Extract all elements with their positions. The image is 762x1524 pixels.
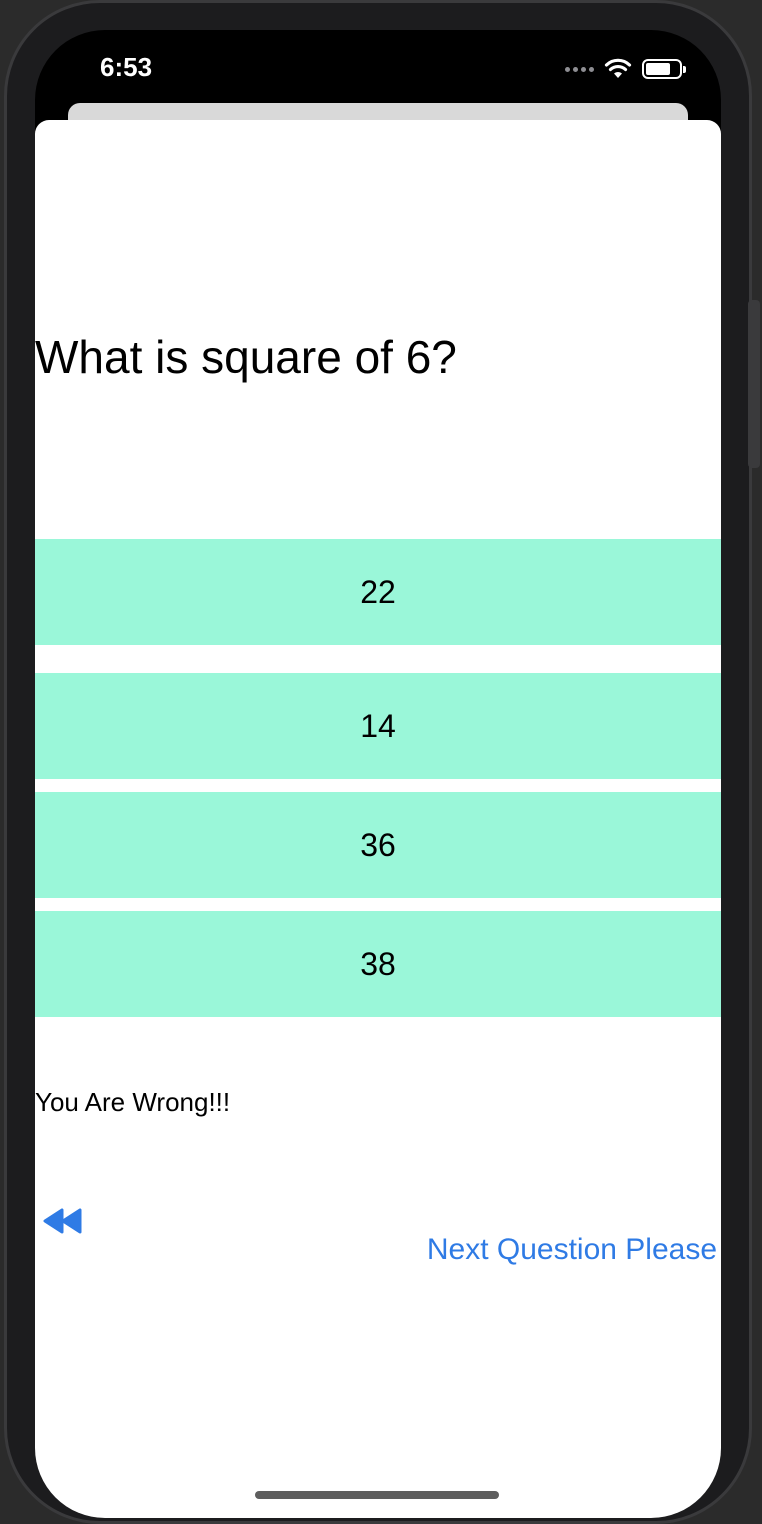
next-question-button[interactable]: Next Question Please xyxy=(427,1233,717,1267)
answer-option-2[interactable]: 14 xyxy=(35,673,721,779)
side-button xyxy=(748,300,760,468)
rewind-icon xyxy=(43,1208,82,1233)
answer-option-4[interactable]: 38 xyxy=(35,911,721,1017)
status-icons xyxy=(565,58,686,80)
notch xyxy=(205,30,551,80)
feedback-text: You Are Wrong!!! xyxy=(35,1087,231,1117)
battery-fill xyxy=(646,63,670,75)
answer-option-1[interactable]: 22 xyxy=(35,539,721,645)
previous-question-button[interactable] xyxy=(41,1205,85,1239)
status-time: 6:53 xyxy=(100,52,153,82)
device: 6:53 What is square of 6? 22 14 36 38 Yo… xyxy=(0,0,762,1524)
battery-tip xyxy=(683,66,686,73)
signal-dots-icon xyxy=(565,66,594,72)
battery-icon xyxy=(642,59,686,79)
wifi-icon xyxy=(604,58,632,78)
question-text: What is square of 6? xyxy=(35,331,457,383)
screen: 6:53 What is square of 6? 22 14 36 38 Yo… xyxy=(35,30,721,1518)
quiz-sheet: What is square of 6? 22 14 36 38 You Are… xyxy=(35,120,721,1518)
home-indicator xyxy=(255,1491,499,1499)
answer-option-3[interactable]: 36 xyxy=(35,792,721,898)
